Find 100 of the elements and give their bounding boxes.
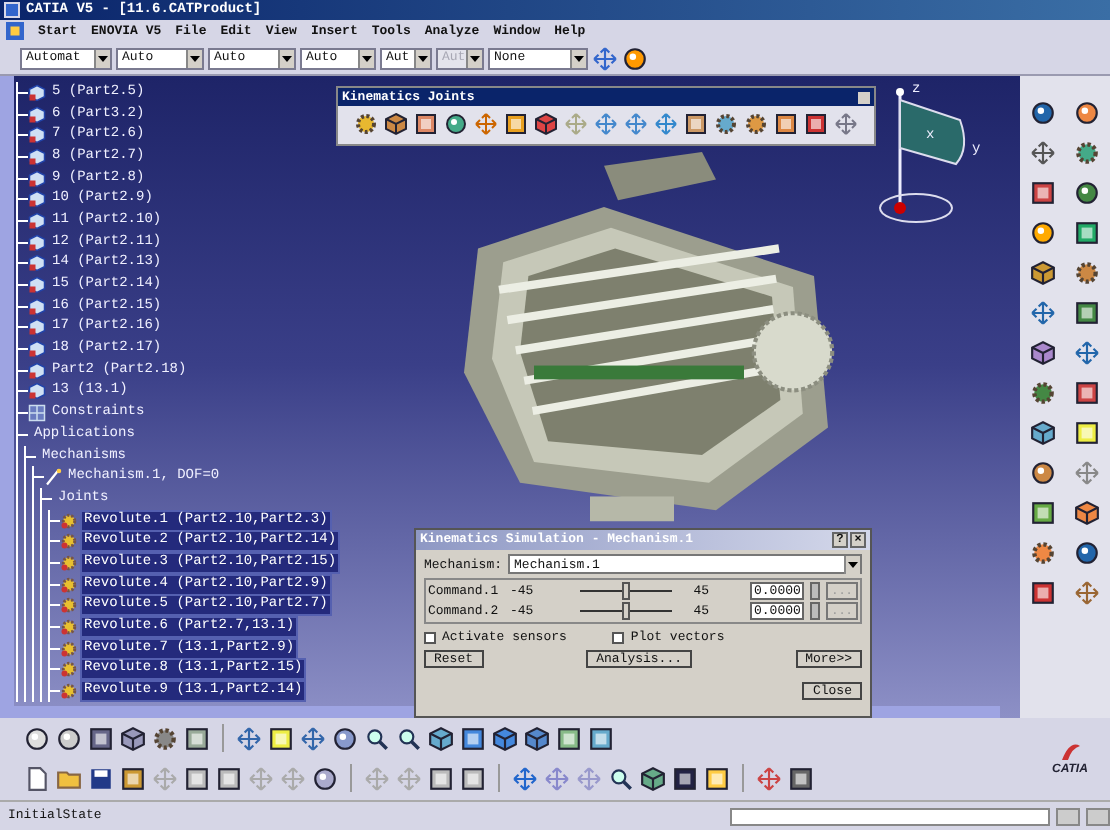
square-icon[interactable] [1029,499,1056,525]
caret-icon[interactable] [190,55,200,61]
circle-icon[interactable] [1074,539,1101,565]
cube-icon[interactable] [640,765,666,791]
square-icon[interactable] [556,725,582,751]
square-icon[interactable] [460,765,486,791]
square-icon[interactable] [704,765,730,791]
circle-icon[interactable] [56,725,82,751]
folder-icon[interactable] [56,765,82,791]
gear-icon[interactable] [744,112,768,136]
gear-icon [60,660,78,679]
gear-icon[interactable] [1029,539,1056,565]
caret-icon[interactable] [574,55,584,61]
square-icon[interactable] [120,765,146,791]
square-icon[interactable] [184,725,210,751]
cube-icon[interactable] [524,725,550,751]
cube-icon[interactable] [428,725,454,751]
cube-icon[interactable] [1074,499,1101,525]
gear-icon[interactable] [1029,379,1056,405]
arrows-icon[interactable] [1029,139,1056,165]
caret-icon[interactable] [98,55,108,61]
cube-icon [28,105,46,124]
cube-icon[interactable] [492,725,518,751]
command-field[interactable] [730,807,1050,825]
circle-icon[interactable] [24,725,50,751]
square-icon[interactable] [216,765,242,791]
circle-icon[interactable] [1029,459,1056,485]
square-icon[interactable] [268,725,294,751]
gear-icon [60,682,78,701]
arrows-icon[interactable] [624,112,648,136]
gear-icon[interactable] [152,725,178,751]
circle-icon[interactable] [332,725,358,751]
3d-viewport[interactable] [0,76,1020,718]
gear-icon[interactable] [714,112,738,136]
gear-icon [60,596,78,615]
cube-icon[interactable] [120,725,146,751]
square-icon[interactable] [1074,379,1101,405]
square-icon[interactable] [1074,419,1101,445]
cube-icon[interactable] [1029,419,1056,445]
arrows-icon[interactable] [512,765,538,791]
cube-icon [28,276,46,295]
square-icon[interactable] [1029,579,1056,605]
circle-icon[interactable] [622,45,648,71]
magnifier-icon[interactable] [396,725,422,751]
circle-icon[interactable] [1074,99,1101,125]
cube-icon [28,126,46,145]
gear-icon[interactable] [1074,259,1101,285]
cube-icon[interactable] [384,112,408,136]
gear-icon [60,639,78,658]
circle-icon[interactable] [444,112,468,136]
square-icon[interactable] [1074,219,1101,245]
page-icon[interactable] [24,765,50,791]
arrows-icon[interactable] [594,112,618,136]
gear-icon [60,532,78,551]
square-icon[interactable] [672,765,698,791]
checkbox[interactable] [612,631,625,643]
arrows-icon[interactable] [1074,339,1101,365]
circle-icon[interactable] [312,765,338,791]
square-icon[interactable] [588,725,614,751]
slider-thumb[interactable] [621,602,630,620]
cube-icon[interactable] [1029,259,1056,285]
square-icon[interactable] [414,112,438,136]
cube-icon [28,318,46,337]
square-icon[interactable] [504,112,528,136]
circle-icon[interactable] [1029,219,1056,245]
arrows-icon[interactable] [592,45,618,71]
arrows-icon[interactable] [300,725,326,751]
magnifier-icon[interactable] [364,725,390,751]
gear-icon [60,553,78,572]
arrows-icon[interactable] [236,725,262,751]
cube-icon[interactable] [1029,339,1056,365]
gear-icon[interactable] [1074,139,1101,165]
square-icon[interactable] [460,725,486,751]
slider-thumb[interactable] [621,582,630,600]
caret-icon[interactable] [282,55,292,61]
arrows-icon[interactable] [1029,299,1056,325]
compass-drawing [879,88,966,223]
cube-icon[interactable] [534,112,558,136]
magnifier-icon[interactable] [608,765,634,791]
caret-icon[interactable] [848,561,858,567]
arrows-icon[interactable] [1074,459,1101,485]
square-icon[interactable] [788,765,814,791]
scrollbar[interactable] [0,76,14,708]
square-icon[interactable] [804,112,828,136]
circle-icon[interactable] [1074,179,1101,205]
square-icon[interactable] [184,765,210,791]
square-icon[interactable] [88,725,114,751]
circle-icon[interactable] [1029,99,1056,125]
square-icon[interactable] [1074,299,1101,325]
square-icon[interactable] [1029,179,1056,205]
gear-icon[interactable] [354,112,378,136]
cube-icon [28,83,46,102]
arrows-icon[interactable] [1074,579,1101,605]
square-icon[interactable] [684,112,708,136]
caret-icon[interactable] [362,55,372,61]
slash-icon [44,468,62,487]
square-icon[interactable] [774,112,798,136]
checkbox[interactable] [424,631,436,643]
caret-icon[interactable] [418,55,428,61]
square-icon[interactable] [428,765,454,791]
